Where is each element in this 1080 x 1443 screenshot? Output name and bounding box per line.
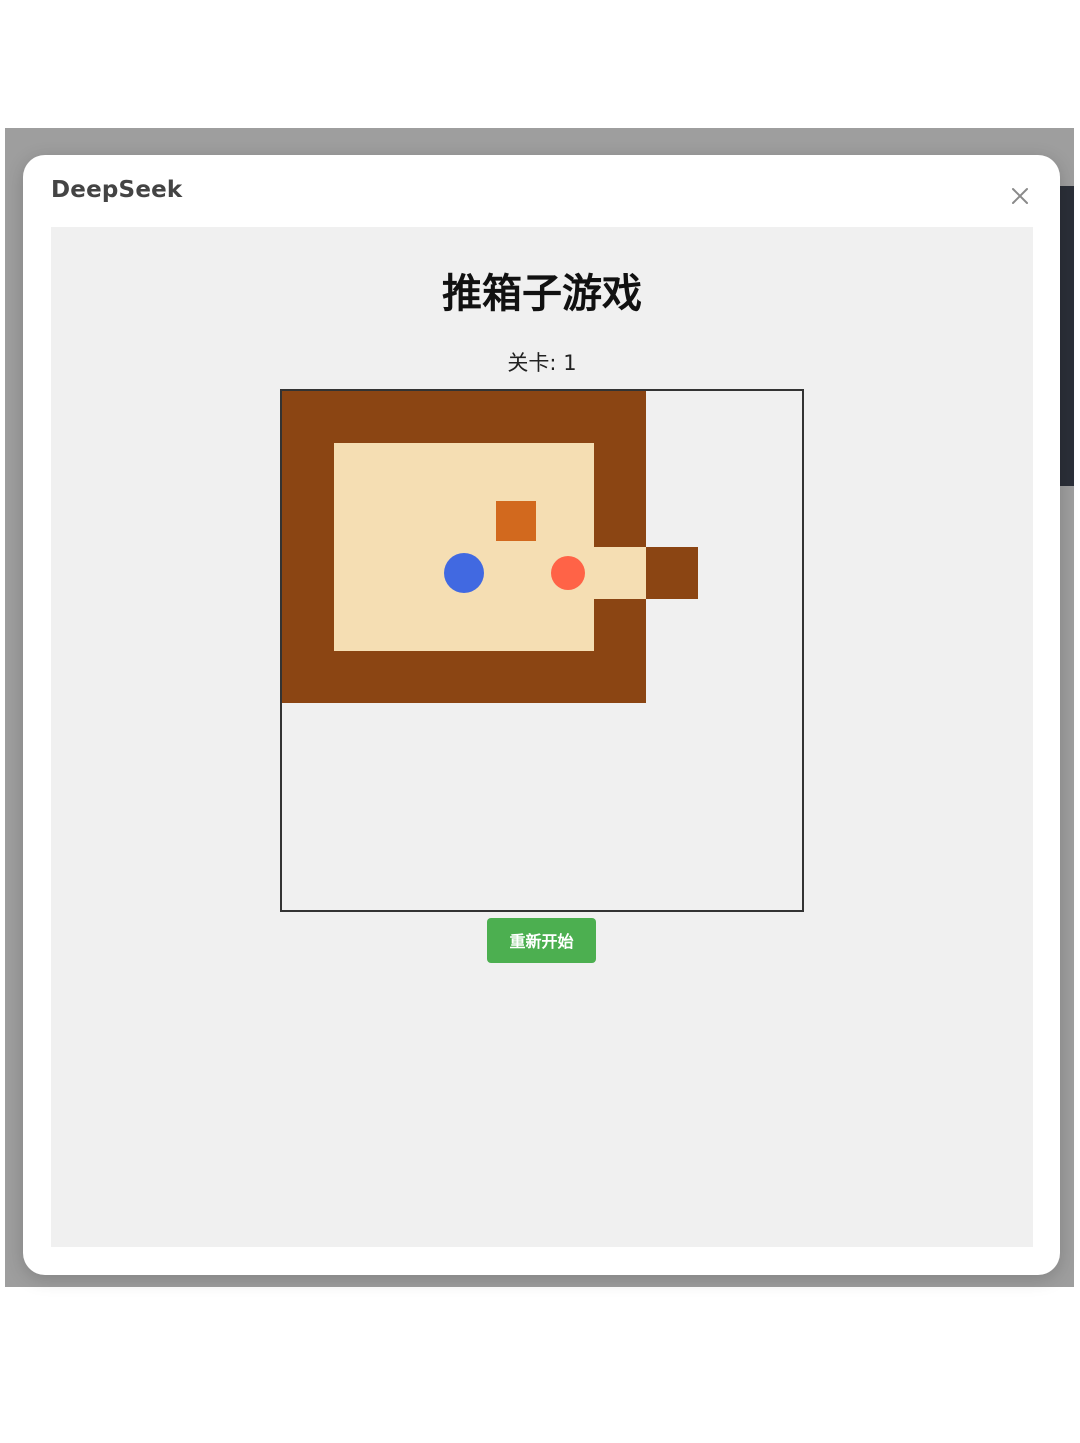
- box-tile: [496, 501, 536, 541]
- floor-tile: [490, 443, 542, 495]
- close-icon: [1012, 188, 1028, 204]
- floor-tile: [386, 599, 438, 651]
- wall-tile: [490, 391, 542, 443]
- floor-tile: [386, 495, 438, 547]
- wall-tile: [282, 599, 334, 651]
- floor-tile: [334, 443, 386, 495]
- game-page: 推箱子游戏 关卡: 1 重新开始: [51, 227, 1033, 1247]
- floor-tile: [594, 547, 646, 599]
- wall-tile: [334, 391, 386, 443]
- game-board[interactable]: [280, 389, 804, 912]
- wall-tile: [438, 391, 490, 443]
- player: [551, 556, 585, 590]
- wall-tile: [594, 495, 646, 547]
- wall-tile: [594, 443, 646, 495]
- wall-tile: [386, 391, 438, 443]
- wall-tile: [282, 651, 334, 703]
- floor-tile: [334, 599, 386, 651]
- floor-tile: [438, 599, 490, 651]
- floor-tile: [334, 547, 386, 599]
- goal-marker: [444, 553, 484, 593]
- wall-tile: [646, 547, 698, 599]
- close-button[interactable]: [1005, 181, 1035, 211]
- dialog-title: DeepSeek: [51, 177, 183, 203]
- floor-tile: [542, 443, 594, 495]
- floor-tile: [490, 599, 542, 651]
- preview-dialog: DeepSeek 推箱子游戏 关卡: 1 重新开始: [23, 155, 1060, 1275]
- floor-tile: [386, 547, 438, 599]
- game-canvas[interactable]: [282, 391, 802, 910]
- wall-tile: [282, 443, 334, 495]
- wall-tile: [594, 599, 646, 651]
- floor-tile: [438, 495, 490, 547]
- wall-tile: [438, 651, 490, 703]
- level-indicator: 关卡: 1: [507, 351, 577, 375]
- level-label: 关卡: [507, 351, 550, 375]
- restart-button[interactable]: 重新开始: [487, 918, 596, 963]
- floor-tile: [490, 547, 542, 599]
- game-title: 推箱子游戏: [442, 271, 642, 317]
- floor-tile: [542, 599, 594, 651]
- level-value: 1: [563, 351, 577, 375]
- wall-tile: [542, 391, 594, 443]
- background-app-strip: [1060, 186, 1074, 486]
- floor-tile: [542, 495, 594, 547]
- wall-tile: [594, 651, 646, 703]
- wall-tile: [542, 651, 594, 703]
- wall-tile: [594, 391, 646, 443]
- wall-tile: [282, 547, 334, 599]
- wall-tile: [490, 651, 542, 703]
- wall-tile: [334, 651, 386, 703]
- wall-tile: [282, 495, 334, 547]
- floor-tile: [438, 443, 490, 495]
- wall-tile: [386, 651, 438, 703]
- wall-tile: [282, 391, 334, 443]
- floor-tile: [334, 495, 386, 547]
- floor-tile: [386, 443, 438, 495]
